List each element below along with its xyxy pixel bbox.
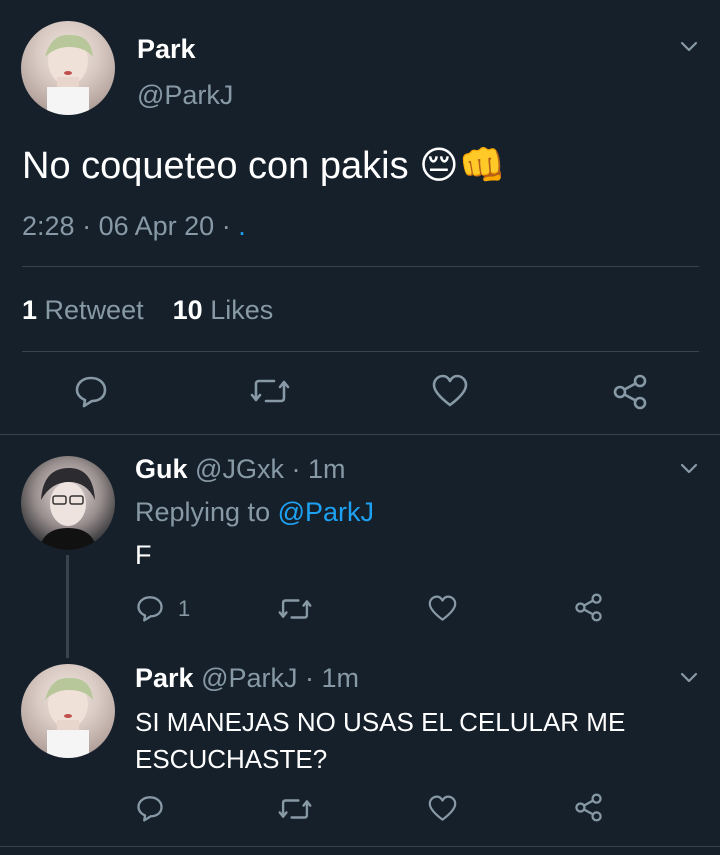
tweet-date: 06 Apr 20 — [98, 211, 215, 241]
divider — [22, 266, 699, 267]
tweet-time: 2:28 — [22, 211, 75, 241]
reply-text-line: SI MANEJAS NO USAS EL CELULAR ME — [135, 707, 626, 737]
replying-to: Replying to @ParkJ — [135, 497, 374, 528]
author-name[interactable]: Park — [135, 663, 194, 693]
share-icon[interactable] — [612, 374, 648, 410]
retweet-stat[interactable]: 1 Retweet — [22, 295, 151, 325]
author-name[interactable]: Park — [137, 34, 196, 65]
share-icon[interactable] — [574, 593, 603, 622]
replying-label: Replying to — [135, 497, 271, 527]
author-handle[interactable]: @ParkJ — [201, 663, 297, 693]
reply-icon[interactable] — [74, 374, 108, 408]
chevron-down-icon[interactable] — [680, 671, 698, 683]
retweet-icon[interactable] — [278, 796, 312, 822]
retweet-count: 1 — [22, 295, 38, 325]
retweet-icon[interactable] — [250, 376, 290, 406]
reply-count: 1 — [178, 596, 191, 621]
heart-icon[interactable] — [428, 795, 457, 822]
share-icon[interactable] — [574, 793, 603, 822]
author-handle[interactable]: @JGxk — [195, 454, 284, 484]
replying-to-handle[interactable]: @ParkJ — [278, 497, 374, 527]
like-label: Likes — [210, 295, 274, 325]
reply-time: · 1m — [291, 454, 346, 484]
like-stat[interactable]: 10 Likes — [173, 295, 274, 325]
thread-line — [66, 555, 69, 658]
avatar[interactable] — [21, 456, 115, 550]
author-handle[interactable]: @ParkJ — [137, 80, 233, 111]
avatar[interactable] — [21, 664, 115, 758]
author-name[interactable]: Guk — [135, 454, 188, 484]
chevron-down-icon[interactable] — [680, 462, 698, 474]
tweet-text: No coqueteo con pakis 😔👊 — [22, 143, 506, 188]
chevron-down-icon[interactable] — [680, 40, 698, 52]
reply-time: · 1m — [305, 663, 360, 693]
retweet-label: Retweet — [44, 295, 144, 325]
heart-icon[interactable] — [428, 595, 457, 622]
divider — [0, 434, 720, 435]
retweet-icon[interactable] — [278, 596, 312, 622]
divider — [22, 351, 699, 352]
tweet-timestamp: 2:28 · 06 Apr 20 · . — [22, 211, 246, 242]
reply-text: SI MANEJAS NO USAS EL CELULAR ME ESCUCHA… — [135, 704, 625, 778]
divider — [0, 846, 720, 847]
reply-header: Guk @JGxk · 1m — [135, 454, 345, 485]
avatar[interactable] — [21, 21, 115, 115]
tweet-text-content: No coqueteo con pakis 😔👊 — [22, 145, 507, 187]
reply-icon[interactable] — [136, 594, 164, 622]
like-count: 10 — [172, 295, 203, 325]
reply-header: Park @ParkJ · 1m — [135, 663, 359, 694]
reply-text-line: ESCUCHASTE? — [135, 744, 328, 774]
separator: · — [221, 211, 231, 241]
heart-icon[interactable] — [432, 374, 468, 408]
reply-text: F — [135, 540, 152, 570]
reply-icon[interactable] — [136, 794, 164, 822]
tweet-source[interactable]: . — [238, 211, 246, 241]
separator: · — [82, 211, 92, 241]
engagement-stats: 1 Retweet 10 Likes — [22, 295, 273, 326]
